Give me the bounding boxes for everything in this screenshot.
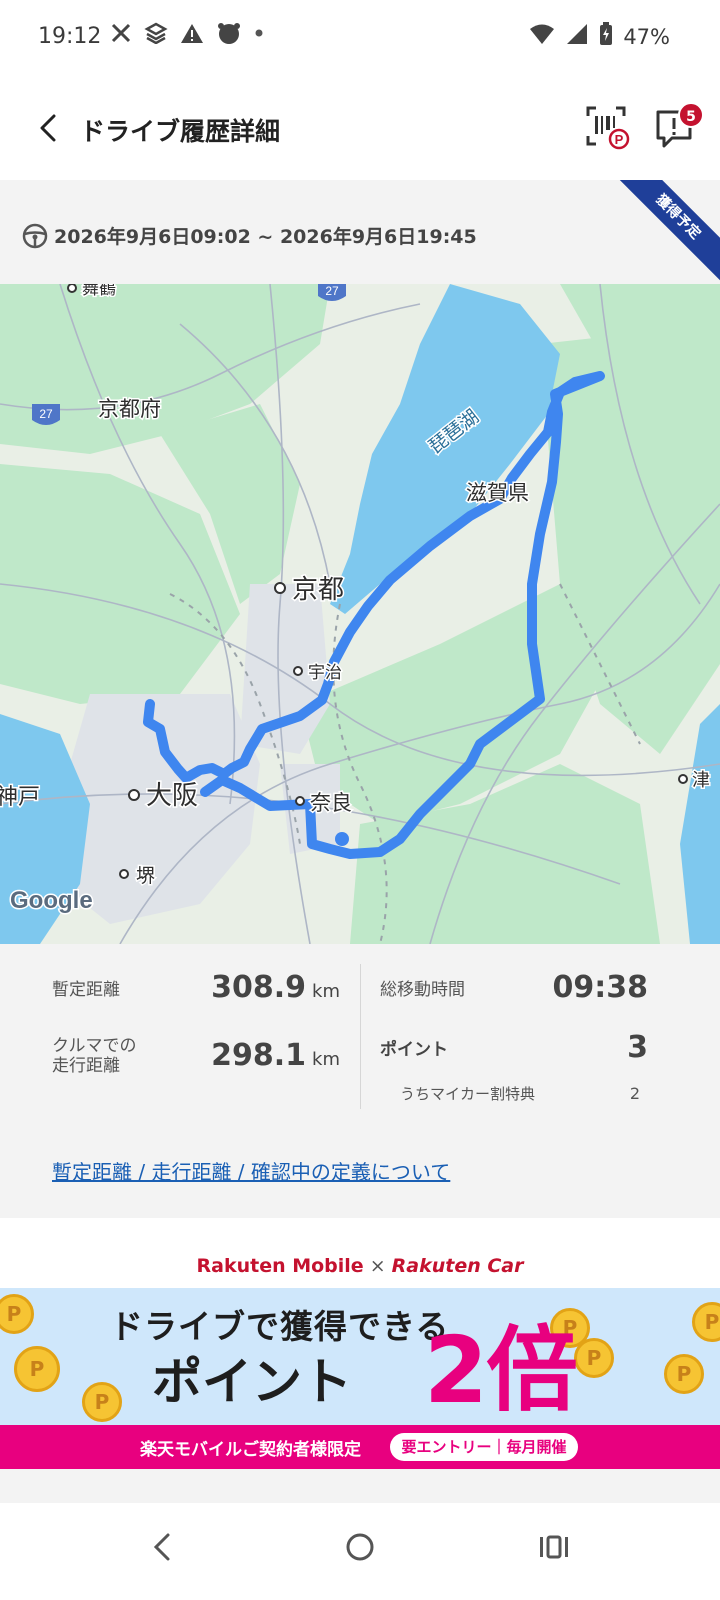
battery-icon — [599, 22, 613, 51]
coin-icon: P — [14, 1346, 60, 1392]
drive-summary-header: 2026年9月6日09:02 ~ 2026年9月6日19:45 獲得予定 — [0, 180, 720, 284]
label-sakai: 堺 — [136, 865, 155, 887]
banner-times: × — [369, 1255, 386, 1277]
points-label: ポイント — [380, 1040, 448, 1060]
status-notification-icons — [110, 22, 264, 48]
provisional-distance-value: 308.9 km — [211, 970, 340, 1005]
nav-home-button[interactable] — [338, 1525, 382, 1569]
label-kyotofu: 京都府 — [98, 397, 161, 421]
car-distance-label-line1: クルマでの — [52, 1036, 137, 1056]
back-button[interactable] — [30, 104, 70, 152]
nav-recents-button[interactable] — [532, 1525, 576, 1569]
coin-icon: P — [664, 1354, 704, 1394]
bottom-spacer — [0, 1469, 720, 1503]
label-tsu: 津 — [692, 770, 710, 791]
rakuten-campaign-banner[interactable]: Rakuten Mobile × Rakuten Car P P P P P P P… — [0, 1244, 720, 1469]
drive-route-map[interactable]: 27 27 舞鶴 京都府 琵琶湖 滋賀県 京都 宇治 神戸 大阪 奈良 津 堺 … — [0, 284, 720, 944]
notifications-button[interactable]: 5 — [654, 102, 704, 152]
stats-divider — [360, 964, 361, 1109]
stack-app-icon — [144, 22, 168, 48]
status-system-icons: 47% — [529, 22, 670, 51]
points-value: 3 — [627, 1030, 648, 1065]
nav-back-button[interactable] — [142, 1525, 186, 1569]
car-distance-unit: km — [312, 1049, 340, 1070]
label-osaka: 大阪 — [146, 781, 198, 811]
banner-brand-row: Rakuten Mobile × Rakuten Car — [0, 1244, 720, 1288]
mycar-discount-label: うちマイカー割特典 — [400, 1085, 536, 1103]
drive-stats: 暫定距離 308.9 km クルマでの 走行距離 298.1 km 総移動時間 09… — [0, 944, 720, 1218]
label-kobe: 神戸 — [0, 785, 40, 810]
coin-icon: P — [82, 1382, 122, 1422]
svg-text:P: P — [615, 132, 624, 147]
provisional-distance-number: 308.9 — [211, 970, 307, 1005]
nav-back-icon — [153, 1533, 170, 1561]
banner-footer-text: 楽天モバイルご契約者様限定 — [140, 1440, 361, 1460]
route-shield-27b: 27 — [32, 404, 60, 425]
banner-footer: 楽天モバイルご契約者様限定 要エントリー｜毎月開催 — [0, 1425, 720, 1469]
nav-recents-icon — [540, 1535, 568, 1559]
banner-point-word: ポイント — [152, 1353, 352, 1411]
status-bar: 19:12 47% — [0, 0, 720, 76]
nav-home-icon — [346, 1533, 374, 1561]
coin-icon: P — [692, 1302, 720, 1342]
coin-icon: P — [574, 1338, 614, 1378]
rakuten-mobile-logo: Rakuten Mobile — [196, 1255, 364, 1277]
drive-date-range: 2026年9月6日09:02 ~ 2026年9月6日19:45 — [22, 222, 477, 249]
route-27b-label: 27 — [39, 407, 53, 421]
rakuten-car-logo: Rakuten Car — [391, 1255, 524, 1277]
google-attribution: Google — [10, 887, 93, 914]
label-nara: 奈良 — [310, 791, 352, 815]
mycar-discount-value: 2 — [629, 1084, 640, 1103]
app-bar: ドライブ履歴詳細 P 5 — [0, 76, 720, 180]
battery-percent: 47% — [623, 24, 670, 49]
pet-app-icon — [216, 22, 242, 48]
banner-multiplier: 2倍 — [424, 1317, 578, 1424]
x-app-icon — [110, 22, 132, 48]
provisional-distance-label: 暫定距離 — [52, 980, 120, 1000]
steering-wheel-icon — [22, 223, 48, 248]
point-scan-button[interactable]: P — [586, 106, 630, 150]
system-navigation-bar — [0, 1503, 720, 1600]
banner-headline: ドライブで獲得できる — [110, 1307, 450, 1346]
route-shield-27a: 27 — [318, 284, 346, 301]
warning-icon — [180, 22, 204, 48]
label-kyoto: 京都 — [292, 575, 344, 605]
label-uji: 宇治 — [308, 663, 342, 683]
car-distance-label: クルマでの 走行距離 — [52, 1036, 137, 1076]
coin-icon: P — [0, 1294, 34, 1334]
ribbon-label: 獲得予定 — [610, 180, 720, 284]
total-time-value: 09:38 — [552, 970, 649, 1005]
earning-scheduled-ribbon: 獲得予定 — [610, 180, 720, 284]
label-shiga: 滋賀県 — [466, 481, 529, 505]
car-distance-value: 298.1 km — [211, 1038, 340, 1073]
distance-definition-link[interactable]: 暫定距離 / 走行距離 / 確認中の定義について — [52, 1156, 450, 1185]
banner-entry-pill: 要エントリー｜毎月開催 — [390, 1433, 578, 1461]
wifi-icon — [529, 23, 555, 50]
cell-signal-icon — [565, 23, 589, 50]
map-canvas: 27 27 舞鶴 京都府 琵琶湖 滋賀県 京都 宇治 神戸 大阪 奈良 津 堺 … — [0, 284, 720, 944]
label-maizuru: 舞鶴 — [82, 284, 116, 299]
total-time-label: 総移動時間 — [380, 980, 465, 1000]
chevron-left-icon — [40, 114, 56, 142]
route-endpoint — [335, 832, 349, 846]
notification-badge: 5 — [678, 102, 704, 128]
car-distance-number: 298.1 — [211, 1038, 307, 1073]
route-27a-label: 27 — [325, 284, 339, 298]
page-title: ドライブ履歴詳細 — [80, 117, 281, 146]
date-range-text: 2026年9月6日09:02 ~ 2026年9月6日19:45 — [54, 226, 477, 248]
status-time: 19:12 — [38, 24, 102, 49]
scan-point-icon: P — [586, 106, 630, 150]
car-distance-label-line2: 走行距離 — [52, 1056, 120, 1076]
provisional-distance-unit: km — [312, 981, 340, 1002]
more-notifications-dot-icon — [254, 22, 264, 48]
